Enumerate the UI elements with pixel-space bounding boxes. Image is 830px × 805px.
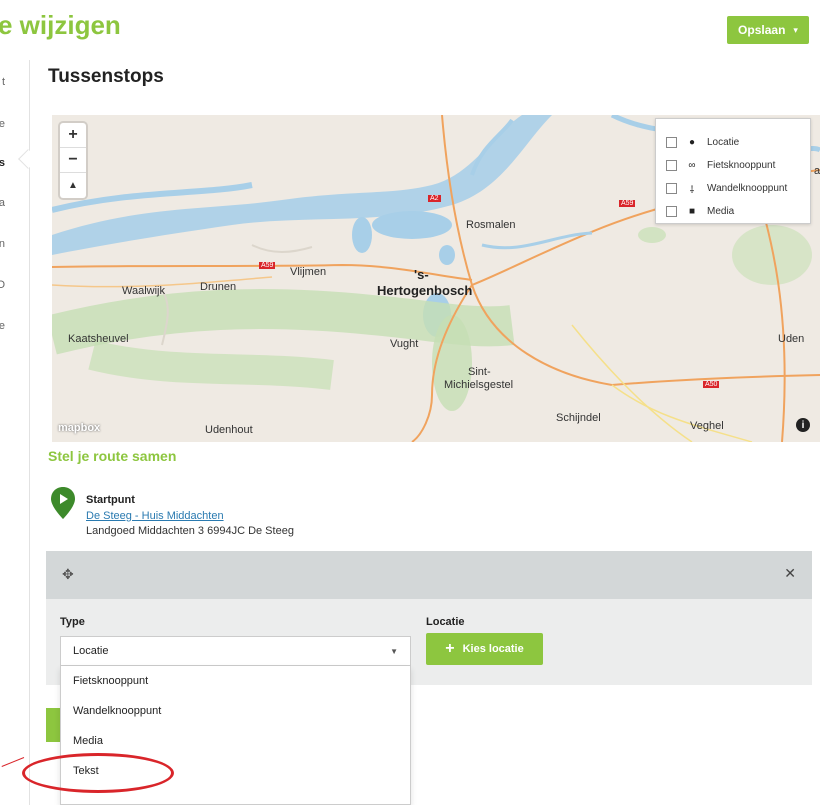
place-edge: ai (814, 165, 820, 177)
zoom-out-button[interactable]: − (60, 148, 86, 173)
sidebar-item-6[interactable]: O (0, 279, 5, 291)
plus-icon: + (445, 640, 455, 657)
place-sint-line2: Michielsgestel (444, 379, 514, 391)
compass-icon[interactable]: ▲ (60, 173, 86, 198)
sidebar-item-4[interactable]: a (0, 197, 5, 209)
chevron-down-icon: ▼ (390, 646, 398, 656)
active-indicator (18, 149, 38, 169)
legend-label: Locatie (707, 137, 740, 148)
place-vlijmen: Vlijmen (290, 266, 327, 278)
road-a50: A50 (703, 381, 720, 388)
legend-checkbox[interactable] (666, 160, 677, 171)
place-sint-line1: Sint- (468, 366, 491, 378)
legend-label: Media (707, 206, 735, 217)
start-point-label: Startpunt (86, 494, 135, 506)
legend-item-locatie[interactable]: ● Locatie (666, 131, 800, 154)
legend-item-wandelknooppunt[interactable]: ⸸ Wandelknooppunt (666, 177, 800, 200)
annotation-highlight-ring (22, 753, 174, 793)
dropdown-option-media[interactable]: Media (61, 726, 410, 756)
place-waalwijk: Waalwijk (122, 285, 165, 297)
route-map[interactable]: Rosmalen 's- Hertogenbosch Vlijmen Waalw… (52, 115, 820, 442)
legend-label: Wandelknooppunt (707, 183, 788, 194)
start-point-address: Landgoed Middachten 3 6994JC De Steeg (86, 525, 294, 537)
chevron-down-icon: ▾ (793, 24, 798, 35)
start-point-link[interactable]: De Steeg - Huis Middachten (86, 510, 224, 522)
legend-item-media[interactable]: ■ Media (666, 200, 800, 223)
road-a59-east: A59 (619, 200, 636, 207)
sidebar-item-2[interactable]: e (0, 118, 5, 130)
location-pin-icon: ● (688, 137, 696, 148)
legend-checkbox[interactable] (666, 206, 677, 217)
sidebar-item-7[interactable]: e (0, 320, 5, 332)
sidebar-item-1[interactable]: t (2, 76, 5, 88)
mapbox-logo[interactable]: mapbox (58, 422, 100, 434)
section-title: Tussenstops (48, 66, 164, 87)
camera-icon: ■ (688, 206, 696, 217)
place-s-hertogenbosch-line1: 's- (414, 267, 429, 282)
save-button-label: Opslaan (738, 23, 786, 37)
save-button[interactable]: Opslaan ▾ (727, 16, 809, 44)
sidebar-item-5[interactable]: n (0, 238, 5, 250)
type-select[interactable]: Locatie ▼ (60, 636, 411, 666)
place-s-hertogenbosch-line2: Hertogenbosch (377, 283, 473, 298)
type-select-value: Locatie (73, 645, 109, 657)
place-kaatsheuvel: Kaatsheuvel (68, 333, 129, 345)
start-pin-icon (51, 487, 75, 519)
place-uden: Uden (778, 333, 805, 345)
left-sidebar: t e s a n O e (0, 60, 38, 805)
dropdown-option-wandelknooppunt[interactable]: Wandelknooppunt (61, 696, 410, 726)
info-icon[interactable]: i (796, 418, 810, 432)
place-drunen: Drunen (200, 281, 237, 293)
location-label: Locatie (426, 616, 465, 628)
place-udenhout: Udenhout (205, 424, 253, 436)
dropdown-option-fietsknooppunt[interactable]: Fietsknooppunt (61, 666, 410, 696)
place-veghel: Veghel (690, 420, 724, 432)
legend-item-fietsknooppunt[interactable]: ∞ Fietsknooppunt (666, 154, 800, 177)
sidebar-item-active[interactable]: s (0, 157, 5, 169)
road-a59-west: A59 (259, 262, 276, 269)
page-title: e wijzigen (0, 10, 121, 40)
choose-location-label: Kies locatie (462, 643, 524, 655)
type-label: Type (60, 616, 85, 628)
map-layer-legend: ● Locatie ∞ Fietsknooppunt ⸸ Wandelknoop… (655, 118, 811, 224)
road-a2: A2 (428, 195, 441, 202)
place-schijndel: Schijndel (556, 412, 601, 424)
legend-label: Fietsknooppunt (707, 160, 776, 171)
zoom-in-button[interactable]: + (60, 123, 86, 148)
place-vught: Vught (390, 338, 419, 350)
place-rosmalen: Rosmalen (466, 219, 516, 231)
drag-handle-icon[interactable]: ✥ (62, 566, 74, 583)
route-builder-title: Stel je route samen (48, 448, 177, 464)
choose-location-button[interactable]: + Kies locatie (426, 633, 543, 665)
legend-checkbox[interactable] (666, 137, 677, 148)
map-zoom-control: + − ▲ (60, 123, 86, 198)
walking-icon: ⸸ (689, 184, 695, 196)
bicycle-icon: ∞ (688, 160, 696, 171)
legend-checkbox[interactable] (666, 183, 677, 194)
close-icon[interactable]: ✕ (784, 565, 796, 582)
stop-header: ✥ ✕ (46, 551, 812, 599)
page-root: e wijzigen Opslaan ▾ t e s a n O e Tusse… (0, 0, 830, 805)
